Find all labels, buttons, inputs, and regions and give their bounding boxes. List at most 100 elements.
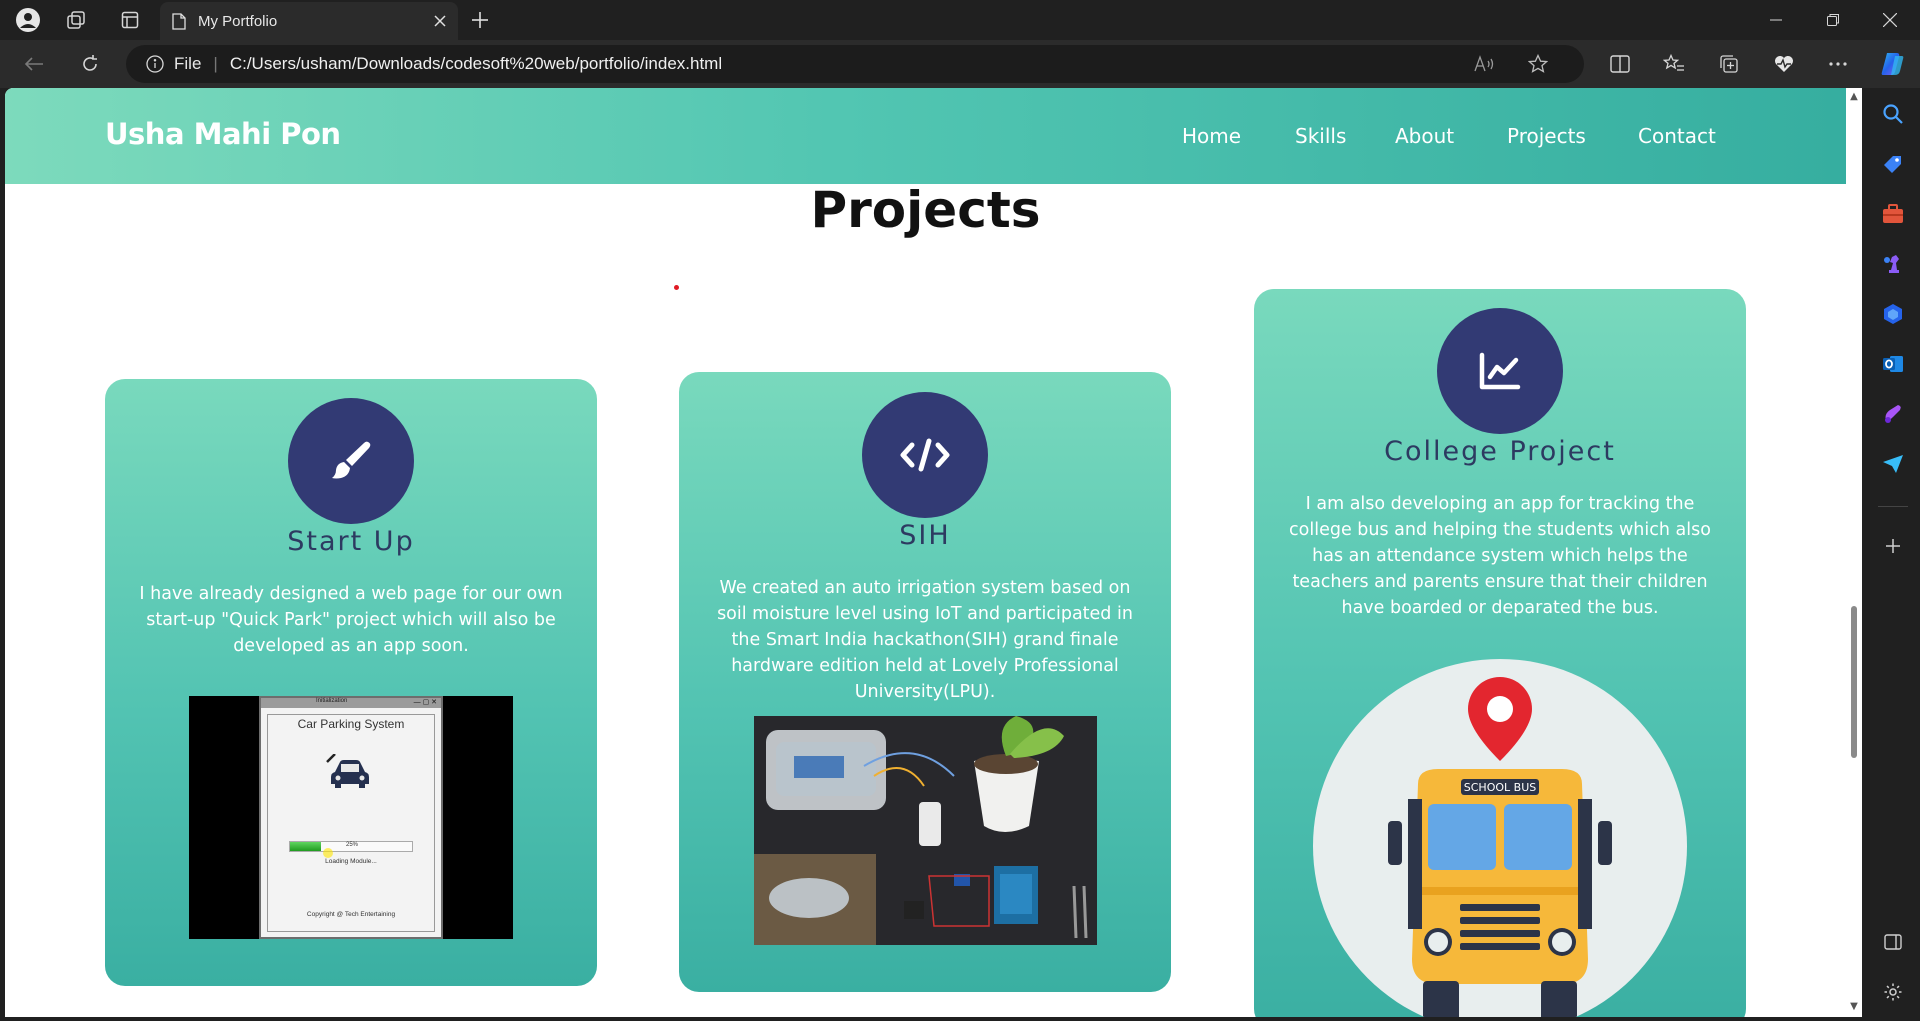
card-title: SIH xyxy=(899,520,951,551)
progress-label: 25% xyxy=(345,842,358,848)
plus-icon xyxy=(1886,539,1900,553)
page-scrollbar[interactable]: ▲ ▼ xyxy=(1846,88,1862,1017)
browser-tab-active[interactable]: My Portfolio xyxy=(160,2,458,40)
sidebar-divider xyxy=(1878,506,1908,507)
restore-button[interactable] xyxy=(1806,0,1860,40)
sidebar-outlook-button[interactable] xyxy=(1879,350,1907,378)
send-plane-icon xyxy=(1883,455,1903,473)
scroll-down-arrow[interactable]: ▼ xyxy=(1849,1002,1859,1012)
arrow-left-icon xyxy=(24,57,43,71)
sidebar-copilot-apps-button[interactable] xyxy=(1879,300,1907,328)
nav-contact[interactable]: Contact xyxy=(1638,124,1716,148)
browser-essentials-button[interactable] xyxy=(1764,48,1804,80)
heart-pulse-icon xyxy=(1775,56,1793,72)
profile-button[interactable] xyxy=(8,4,48,36)
sidebar-search-button[interactable] xyxy=(1879,100,1907,128)
minimize-icon xyxy=(1770,19,1782,21)
microsoft365-icon xyxy=(1884,304,1902,324)
more-horizontal-icon xyxy=(1829,62,1847,66)
scroll-up-arrow[interactable]: ▲ xyxy=(1849,92,1859,102)
split-screen-icon xyxy=(1610,55,1630,73)
collections-icon xyxy=(1720,55,1738,73)
address-bar[interactable]: File | C:/Users/usham/Downloads/codesoft… xyxy=(126,45,1584,83)
nav-projects[interactable]: Projects xyxy=(1507,124,1586,148)
read-aloud-icon xyxy=(1474,55,1494,72)
gear-icon xyxy=(1884,983,1902,1001)
nav-home[interactable]: Home xyxy=(1182,124,1241,148)
plus-icon xyxy=(472,12,488,28)
quick-park-screenshot: Initialization — ▢ ✕ Car Parking System … xyxy=(189,696,513,939)
workspaces-button[interactable] xyxy=(56,4,96,36)
stray-red-dot xyxy=(674,285,679,290)
tab-title: My Portfolio xyxy=(198,12,278,30)
app-frame xyxy=(267,714,435,932)
code-icon xyxy=(862,392,988,518)
page-icon xyxy=(172,12,186,30)
info-icon xyxy=(146,55,164,73)
close-tab-icon[interactable] xyxy=(434,15,446,27)
card-description: I have already designed a web page for o… xyxy=(139,584,563,656)
refresh-button[interactable] xyxy=(72,48,108,80)
loading-status: Loading Module... xyxy=(325,858,377,865)
site-info-button[interactable]: File xyxy=(146,54,201,74)
settings-more-button[interactable] xyxy=(1818,48,1858,80)
outlook-icon xyxy=(1883,356,1903,372)
collections-button[interactable] xyxy=(1709,48,1749,80)
site-header: Usha Mahi Pon Home Skills About Projects… xyxy=(5,88,1846,184)
app-window: Initialization — ▢ ✕ Car Parking System … xyxy=(259,696,443,939)
tab-bar: My Portfolio xyxy=(0,0,1920,40)
sidebar-drop-button[interactable] xyxy=(1879,450,1907,478)
tab-actions-icon xyxy=(121,11,139,29)
toolbox-icon xyxy=(1883,204,1903,223)
nav-skills[interactable]: Skills xyxy=(1295,124,1346,148)
app-titlebar: Initialization — ▢ ✕ xyxy=(261,698,441,708)
search-icon xyxy=(1883,104,1903,124)
shopping-tag-icon xyxy=(1884,156,1901,173)
app-window-controls: — ▢ ✕ xyxy=(413,699,437,706)
cursor-highlight xyxy=(323,848,333,858)
copilot-icon xyxy=(1881,53,1904,75)
school-bus-illustration: SCHOOL BUS xyxy=(1313,659,1687,1017)
back-button[interactable] xyxy=(16,48,52,80)
copilot-button[interactable] xyxy=(1872,48,1912,80)
split-screen-button[interactable] xyxy=(1600,48,1640,80)
car-icon xyxy=(326,754,369,788)
chess-piece-icon xyxy=(1884,255,1899,273)
project-card-college: College Project I am also developing an … xyxy=(1254,289,1746,1017)
sidebar-designer-button[interactable] xyxy=(1879,400,1907,428)
site-logo[interactable]: Usha Mahi Pon xyxy=(105,117,341,151)
star-icon xyxy=(1528,54,1548,73)
url-text[interactable]: C:/Users/usham/Downloads/codesoft%20web/… xyxy=(230,54,722,74)
restore-icon xyxy=(1827,14,1839,26)
new-tab-button[interactable] xyxy=(460,4,500,36)
app-copyright: Copyright @ Tech Entertaining xyxy=(306,911,396,918)
sidebar-panel-icon xyxy=(1884,934,1902,950)
favorites-button[interactable] xyxy=(1654,48,1694,80)
sidebar-add-button[interactable] xyxy=(1879,532,1907,560)
page-viewport: Usha Mahi Pon Home Skills About Projects… xyxy=(5,88,1846,1017)
vertical-tabs-button[interactable] xyxy=(110,4,150,36)
sidebar-games-button[interactable] xyxy=(1879,250,1907,278)
school-bus-graphic: SCHOOL BUS xyxy=(1388,677,1612,1017)
loading-progress-bar: 25% xyxy=(289,841,413,852)
scroll-thumb[interactable] xyxy=(1851,606,1857,758)
designer-icon xyxy=(1885,405,1901,423)
sidebar-tools-button[interactable] xyxy=(1879,200,1907,228)
nav-about[interactable]: About xyxy=(1395,124,1454,148)
read-aloud-button[interactable] xyxy=(1466,45,1502,83)
close-window-button[interactable] xyxy=(1863,0,1917,40)
irrigation-project-photo xyxy=(754,716,1097,945)
hide-sidebar-button[interactable] xyxy=(1879,928,1907,956)
card-description: I am also developing an app for tracking… xyxy=(1289,494,1711,618)
refresh-icon xyxy=(83,55,97,71)
sidebar-settings-button[interactable] xyxy=(1879,978,1907,1006)
card-title: College Project xyxy=(1384,436,1616,467)
project-card-startup: Start Up I have already designed a web p… xyxy=(105,379,597,986)
scheme-label: File xyxy=(174,54,202,73)
toolbar: File | C:/Users/usham/Downloads/codesoft… xyxy=(0,40,1920,88)
favorite-button[interactable] xyxy=(1520,45,1556,83)
favorites-list-icon xyxy=(1663,54,1684,71)
minimize-button[interactable] xyxy=(1749,0,1803,40)
sidebar-shopping-button[interactable] xyxy=(1879,150,1907,178)
card-title: Start Up xyxy=(287,526,415,557)
